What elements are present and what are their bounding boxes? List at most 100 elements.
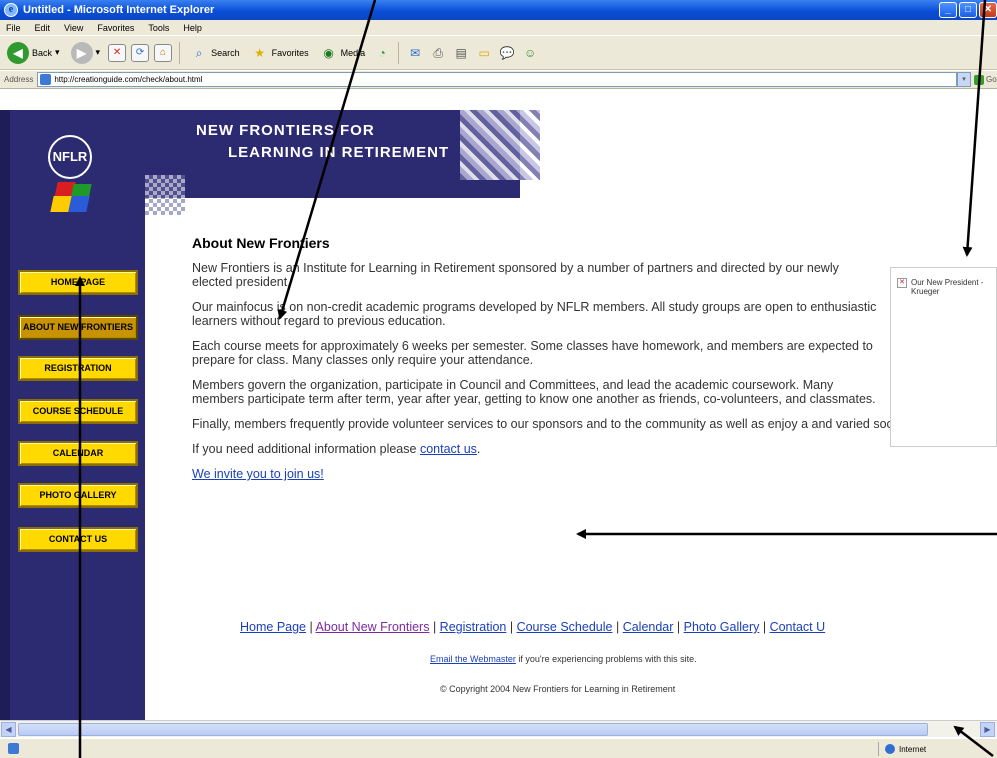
footer-link-photo-gallery[interactable]: Photo Gallery	[684, 620, 760, 634]
menu-favorites[interactable]: Favorites	[97, 23, 134, 33]
sidebar-edge	[0, 110, 10, 720]
contact-suffix: .	[476, 442, 481, 456]
footer-separator: |	[306, 620, 316, 634]
menu-bar: File Edit View Favorites Tools Help	[0, 20, 997, 36]
logo-text: NFLR	[52, 149, 88, 164]
menu-tools[interactable]: Tools	[148, 23, 169, 33]
broken-image: ✕ Our New President - Krueger	[897, 278, 991, 296]
dropdown-arrow-icon: ▾	[95, 47, 101, 57]
footer-separator: |	[429, 620, 440, 634]
go-label: Go	[986, 75, 997, 84]
scroll-right-icon[interactable]: ▶	[980, 722, 995, 737]
search-icon: ⌕	[195, 45, 203, 60]
contact-line: If you need additional information pleas…	[192, 442, 882, 456]
footer-link-course-schedule[interactable]: Course Schedule	[517, 620, 613, 634]
president-photo-frame: ✕ Our New President - Krueger	[890, 267, 997, 447]
main-content: About New Frontiers New Frontiers is an …	[192, 235, 960, 492]
paragraph-courses: Each course meets for approximately 6 we…	[192, 339, 873, 367]
nflr-logo: NFLR	[48, 135, 92, 179]
window-controls: _ □ ✕	[939, 2, 997, 18]
maximize-button[interactable]: □	[959, 2, 977, 18]
minimize-button[interactable]: _	[939, 2, 957, 18]
broken-image-icon: ✕	[897, 278, 907, 288]
site-title: NEW FRONTIERS FOR LEARNING IN RETIREMENT	[196, 120, 449, 164]
standard-toolbar: ◀ Back ▾ ▶ ▾ ✕ ⟳ ⌂ ⌕ Search ★ Favorites …	[0, 36, 997, 70]
home-icon[interactable]: ⌂	[154, 43, 173, 62]
footer-link-registration[interactable]: Registration	[440, 620, 507, 634]
print-icon[interactable]: ⎙	[429, 44, 447, 62]
menu-edit[interactable]: Edit	[35, 23, 51, 33]
horizontal-scrollbar[interactable]: ◀ ▶	[0, 720, 997, 737]
footer-nav: Home Page | About New Frontiers | Regist…	[240, 620, 997, 634]
close-button[interactable]: ✕	[979, 2, 997, 18]
go-arrow-icon	[974, 74, 984, 85]
messenger-icon[interactable]: ☺	[521, 44, 539, 62]
footer-separator: |	[506, 620, 517, 634]
email-webmaster-link[interactable]: Email the Webmaster	[430, 654, 516, 664]
back-arrow-icon: ◀	[7, 41, 29, 64]
refresh-icon[interactable]: ⟳	[131, 43, 150, 62]
address-input[interactable]: http://creationguide.com/check/about.htm…	[37, 72, 957, 87]
forward-button[interactable]: ▶ ▾	[68, 40, 104, 66]
menu-view[interactable]: View	[64, 23, 83, 33]
favorites-label: Favorites	[271, 47, 309, 58]
address-label: Address	[4, 75, 34, 84]
stop-icon[interactable]: ✕	[108, 43, 127, 62]
window-title: Untitled - Microsoft Internet Explorer	[23, 4, 215, 16]
page-icon	[40, 74, 52, 85]
favorites-button[interactable]: ★ Favorites	[248, 42, 312, 64]
paragraph-volunteer: Finally, members frequently provide volu…	[192, 417, 960, 431]
page-viewport: NFLR NEW FRONTIERS FOR LEARNING IN RETIR…	[0, 90, 997, 720]
paragraph-focus: Our mainfocus is on non-credit academic …	[192, 300, 877, 328]
edit-icon[interactable]: ▤	[452, 44, 470, 62]
footer-separator: |	[673, 620, 684, 634]
forward-arrow-icon: ▶	[70, 41, 93, 64]
history-icon[interactable]: ◔	[373, 44, 391, 62]
footer-email-line: Email the Webmaster if you're experienci…	[430, 654, 697, 664]
footer-link-contact[interactable]: Contact U	[770, 620, 826, 634]
toolbar-separator	[179, 41, 181, 64]
paragraph-members: Members govern the organization, partici…	[192, 378, 876, 406]
email-suffix: if you're experiencing problems with thi…	[515, 654, 697, 664]
back-button[interactable]: ◀ Back ▾	[4, 40, 63, 66]
menu-file[interactable]: File	[6, 23, 21, 33]
go-button[interactable]: Go	[971, 72, 997, 87]
header-checker-decoration	[460, 110, 540, 180]
join-line: We invite you to join us!	[192, 467, 882, 481]
discuss-icon[interactable]: 💬	[498, 44, 516, 62]
footer-link-calendar[interactable]: Calendar	[623, 620, 674, 634]
nav-calendar[interactable]: CALENDAR	[18, 441, 138, 466]
footer-link-home[interactable]: Home Page	[240, 620, 306, 634]
contact-prefix: If you need additional information pleas…	[192, 442, 420, 456]
nav-contact-us[interactable]: CONTACT US	[18, 527, 138, 552]
nav-home-page[interactable]: HOME PAGE	[18, 270, 138, 295]
menu-help[interactable]: Help	[183, 23, 202, 33]
footer-link-about[interactable]: About New Frontiers	[316, 620, 430, 634]
nav-registration[interactable]: REGISTRATION	[18, 356, 138, 381]
nav-photo-gallery[interactable]: PHOTO GALLERY	[18, 483, 138, 508]
security-zone: Internet	[878, 742, 926, 756]
mail-icon[interactable]: ✉	[406, 44, 424, 62]
zone-label: Internet	[899, 744, 927, 754]
footer-separator: |	[759, 620, 770, 634]
ie-icon: e	[4, 3, 18, 17]
scrollbar-thumb[interactable]	[18, 723, 928, 736]
globe-icon	[885, 744, 895, 754]
join-us-link[interactable]: We invite you to join us!	[192, 467, 324, 481]
folder-icon[interactable]: ▭	[475, 44, 493, 62]
contact-us-link[interactable]: contact us	[420, 442, 477, 456]
nav-course-schedule[interactable]: COURSE SCHEDULE	[18, 399, 138, 424]
nav-about-new-frontiers[interactable]: ABOUT NEW FRONTIERS	[18, 315, 138, 340]
status-bar: Internet	[0, 738, 997, 758]
site-title-line1: NEW FRONTIERS FOR	[196, 122, 375, 139]
page-status-icon	[8, 743, 19, 754]
media-icon: ◉	[323, 45, 334, 60]
copyright: © Copyright 2004 New Frontiers for Learn…	[440, 684, 676, 694]
paragraph-intro: New Frontiers is an Institute for Learni…	[192, 261, 839, 289]
scroll-left-icon[interactable]: ◀	[1, 722, 16, 737]
search-button[interactable]: ⌕ Search	[187, 42, 243, 64]
star-icon: ★	[254, 45, 265, 60]
address-dropdown-button[interactable]: ▾	[957, 72, 971, 87]
logo-blocks-icon	[50, 182, 102, 212]
media-button[interactable]: ◉ Media	[317, 42, 369, 64]
